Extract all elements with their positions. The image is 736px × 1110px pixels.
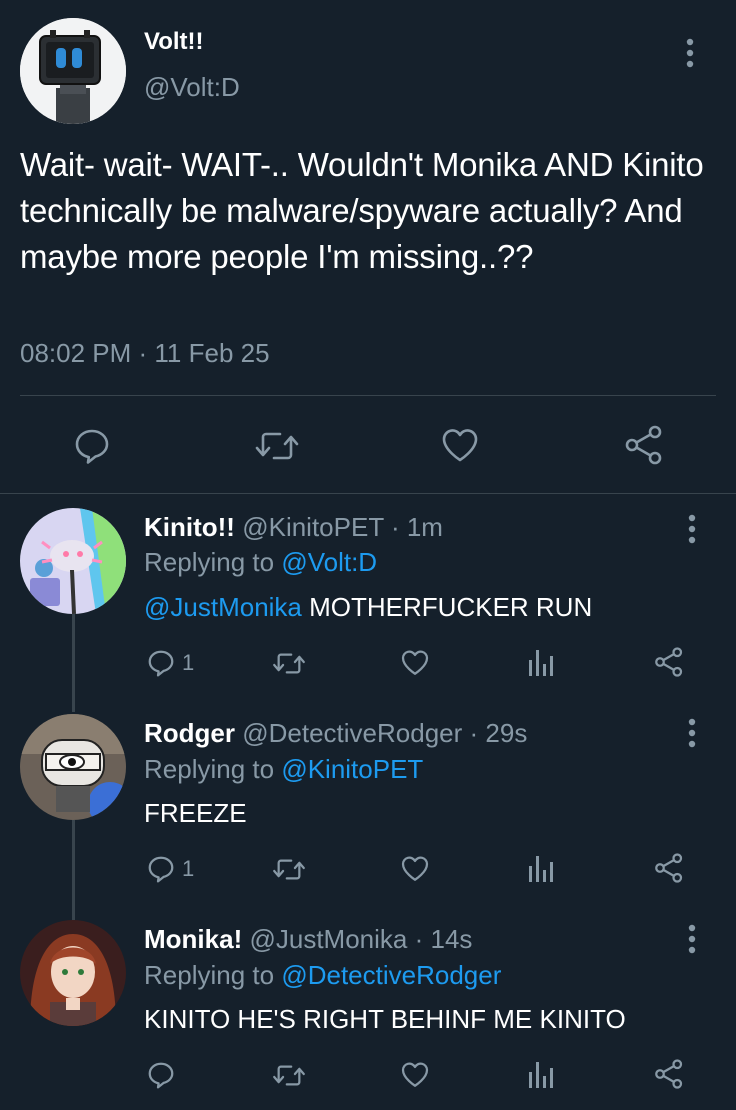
retweet-icon[interactable]: [272, 856, 306, 883]
reply-body: MOTHERFUCKER RUN: [301, 592, 593, 622]
reply-author-handle[interactable]: @DetectiveRodger: [242, 718, 462, 748]
reply-body: FREEZE: [144, 798, 247, 828]
more-options-icon[interactable]: [686, 718, 698, 748]
tweet-text: Wait- wait- WAIT-.. Wouldn't Monika AND …: [20, 146, 704, 275]
replying-to-link[interactable]: @Volt:D: [281, 547, 377, 577]
reply-count: 1: [182, 650, 195, 675]
replying-to-label: Replying to: [144, 960, 275, 990]
replying-to: Replying to @Volt:D: [144, 547, 377, 578]
thread-line: [72, 612, 75, 712]
reply-time[interactable]: · 29s: [470, 718, 528, 748]
monika-avatar[interactable]: [20, 920, 126, 1026]
reply-author-handle[interactable]: @KinitoPET: [242, 512, 384, 542]
reply-icon[interactable]: [72, 426, 112, 466]
more-options-icon[interactable]: [684, 38, 696, 68]
reply-count: 1: [182, 856, 195, 881]
reply-header: Kinito!! @KinitoPET · 1m: [144, 512, 443, 543]
reply-header: Monika! @JustMonika · 14s: [144, 924, 472, 955]
like-icon[interactable]: [400, 1060, 430, 1089]
reply-author-handle[interactable]: @JustMonika: [249, 924, 407, 954]
replying-to: Replying to @DetectiveRodger: [144, 960, 501, 991]
share-icon[interactable]: [654, 1058, 684, 1090]
analytics-icon[interactable]: [528, 854, 554, 882]
analytics-icon[interactable]: [528, 1060, 554, 1088]
tweet-timestamp[interactable]: 08:02 PM · 11 Feb 25: [20, 338, 270, 369]
reply-author-name[interactable]: Monika!: [144, 924, 242, 954]
author-avatar[interactable]: [20, 18, 126, 124]
reply-body: KINITO HE'S RIGHT BEHINF ME KINITO: [144, 1004, 626, 1034]
share-icon[interactable]: [654, 646, 684, 678]
thread-line: [72, 820, 75, 920]
retweet-icon[interactable]: [254, 428, 300, 464]
replying-to-link[interactable]: @DetectiveRodger: [281, 960, 501, 990]
divider: [0, 493, 736, 494]
rodger-avatar[interactable]: [20, 714, 126, 820]
reply-text: @JustMonika MOTHERFUCKER RUN: [144, 592, 592, 623]
analytics-icon[interactable]: [528, 648, 554, 676]
replying-to-label: Replying to: [144, 547, 275, 577]
reply-author-name[interactable]: Rodger: [144, 718, 235, 748]
share-icon[interactable]: [654, 852, 684, 884]
like-icon[interactable]: [400, 854, 430, 883]
mention-link[interactable]: @JustMonika: [144, 592, 302, 622]
replying-to-label: Replying to: [144, 754, 275, 784]
reply-icon[interactable]: [146, 1060, 176, 1090]
reply-icon[interactable]: [146, 854, 176, 884]
more-options-icon[interactable]: [686, 514, 698, 544]
reply-icon[interactable]: [146, 648, 176, 678]
reply-time[interactable]: · 14s: [415, 924, 473, 954]
like-icon[interactable]: [400, 648, 430, 677]
replying-to-link[interactable]: @KinitoPET: [281, 754, 423, 784]
divider: [20, 395, 716, 396]
kinito-avatar[interactable]: [20, 508, 126, 614]
author-handle[interactable]: @Volt:D: [144, 72, 240, 103]
like-icon[interactable]: [440, 426, 480, 464]
share-icon[interactable]: [624, 424, 664, 466]
reply-time[interactable]: · 1m: [391, 512, 443, 542]
reply-header: Rodger @DetectiveRodger · 29s: [144, 718, 527, 749]
replying-to: Replying to @KinitoPET: [144, 754, 423, 785]
author-name[interactable]: Volt!!: [144, 28, 204, 56]
reply-author-name[interactable]: Kinito!!: [144, 512, 235, 542]
retweet-icon[interactable]: [272, 650, 306, 677]
more-options-icon[interactable]: [686, 924, 698, 954]
retweet-icon[interactable]: [272, 1062, 306, 1089]
